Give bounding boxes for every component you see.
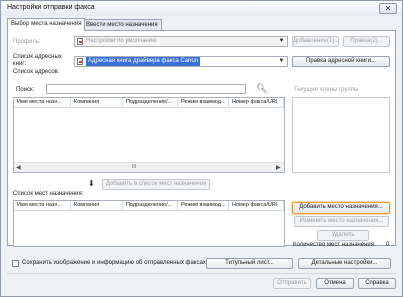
window-title: Настройки отправки факса: [7, 4, 95, 11]
add-destination-button[interactable]: Добавить место назначения...: [292, 202, 390, 214]
scroll-right-icon[interactable]: ▶: [276, 164, 281, 171]
address-list-label: Список адресов:: [13, 69, 60, 75]
cover-sheet-button[interactable]: Титульный лист...: [206, 258, 293, 269]
detailed-settings-button[interactable]: Детальные настройки...: [298, 258, 391, 269]
column-header-department[interactable]: Подразделение/...: [123, 98, 178, 107]
cancel-button[interactable]: Отмена: [316, 278, 354, 289]
column-header-name[interactable]: Имя места назн...: [14, 98, 71, 107]
column-header-mode[interactable]: Режим взаимод...: [178, 201, 229, 210]
column-header-fax[interactable]: Номер факса/URI: [229, 201, 284, 210]
scroll-grip[interactable]: III: [132, 164, 136, 170]
search-label: Поиск:: [16, 87, 35, 93]
horizontal-scrollbar[interactable]: ◀ III ▶: [14, 162, 284, 172]
group-members-label: Текущие члены группы: [294, 87, 359, 93]
chevron-down-icon: ▼: [278, 38, 285, 44]
tab-select-destination[interactable]: Выбор места назначения: [7, 18, 86, 31]
destination-list[interactable]: Имя места назн... Компания Подразделение…: [13, 200, 285, 247]
profile-select[interactable]: Настройки по умолчанию ▼: [74, 36, 288, 47]
column-header-company[interactable]: Компания: [71, 98, 123, 107]
destination-list-label: Список мест назначения:: [13, 191, 84, 197]
edit-profile-button[interactable]: Правка(2)...: [343, 36, 390, 47]
destination-count-value: 0: [386, 242, 390, 248]
profile-value: Настройки по умолчанию: [86, 38, 157, 44]
title-bar[interactable]: Настройки отправки факса ✕: [1, 1, 402, 16]
document-icon: [77, 38, 83, 45]
footer-divider: [7, 273, 396, 274]
address-book-value: Адресная книга драйвера факса Canon: [86, 57, 201, 66]
search-input[interactable]: [46, 84, 246, 94]
add-to-destination-list-button[interactable]: Добавить в список мест назначения: [102, 179, 210, 190]
column-header-mode[interactable]: Режим взаимод...: [178, 98, 229, 107]
address-book-label: Список адресных книг:: [13, 54, 62, 67]
group-members-list: [292, 97, 390, 173]
close-button[interactable]: ✕: [379, 3, 397, 14]
fax-settings-dialog: Настройки отправки факса ✕ Выбор места н…: [0, 0, 403, 297]
column-header-fax[interactable]: Номер факса/URI: [229, 98, 284, 107]
edit-address-book-button[interactable]: Правка адресной книги...: [292, 56, 390, 67]
add-profile-button[interactable]: Добавление(1)...: [292, 36, 339, 47]
delete-button[interactable]: Удалить: [317, 230, 369, 241]
search-icon[interactable]: 🔍︎: [256, 83, 267, 94]
help-button[interactable]: Справка: [358, 278, 396, 289]
save-image-checkbox[interactable]: [12, 260, 19, 267]
address-book-select[interactable]: Адресная книга драйвера факса Canon ▼: [74, 56, 288, 67]
column-header-name[interactable]: Имя места назн...: [14, 201, 71, 210]
column-header-department[interactable]: Подразделение/...: [123, 201, 178, 210]
edit-destination-button[interactable]: Изменить место назначения...: [294, 216, 389, 227]
address-book-icon: [77, 58, 83, 65]
tab-enter-destination[interactable]: Ввести место назначения: [82, 19, 162, 30]
chevron-down-icon: ▼: [278, 58, 285, 64]
scroll-left-icon[interactable]: ◀: [16, 164, 21, 171]
arrow-down-icon: ⬇: [88, 179, 95, 188]
column-header-company[interactable]: Компания: [71, 201, 123, 210]
destination-count-label: Количество мест назначения:: [293, 242, 376, 248]
address-list[interactable]: Имя места назн... Компания Подразделение…: [13, 97, 285, 173]
save-image-label: Сохранить изображение и информацию об от…: [22, 260, 206, 266]
profile-label: Профиль:: [13, 39, 41, 45]
send-button[interactable]: Отправить: [273, 278, 311, 289]
tab-panel: Профиль: Настройки по умолчанию ▼ Добавл…: [7, 30, 396, 248]
